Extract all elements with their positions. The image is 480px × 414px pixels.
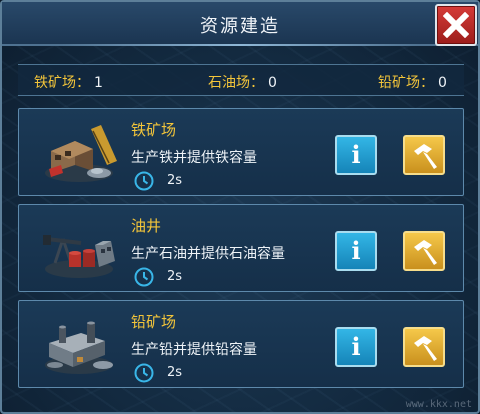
build-time: 2s (167, 365, 183, 380)
building-description: 生产铁并提供铁容量 (131, 150, 257, 166)
oil-field-count-label: 石油场： (208, 75, 264, 91)
oil-field-count-value: 0 (268, 75, 277, 91)
building-row-lead-mine: 铅矿场 生产铅并提供铅容量 2s i (18, 300, 464, 388)
lead-mine-count-label: 铅矿场： (378, 75, 434, 91)
iron-mine-count-label: 铁矿场： (34, 75, 90, 91)
building-name: 铅矿场 (131, 313, 177, 331)
building-row-oil-well: 油井 生产石油并提供石油容量 2s i (18, 204, 464, 292)
title-bar: 资源建造 (2, 2, 478, 46)
hammer-icon (414, 240, 437, 265)
info-button[interactable]: i (335, 327, 377, 367)
hammer-icon (414, 336, 437, 361)
dialog-title: 资源建造 (200, 16, 280, 37)
iron-mine-count-value: 1 (94, 75, 103, 91)
lead-mine-count: 铅矿场： 0 (378, 72, 447, 92)
clock-icon (134, 363, 154, 383)
build-time: 2s (167, 269, 183, 284)
oil-well-icon (43, 235, 115, 278)
building-description: 生产石油并提供石油容量 (131, 246, 285, 262)
lead-mine-count-value: 0 (438, 75, 447, 91)
oil-field-count: 石油场： 0 (208, 72, 277, 92)
building-row-iron-mine: 铁矿场 生产铁并提供铁容量 2s i (18, 108, 464, 196)
close-button[interactable] (435, 4, 477, 46)
iron-mine-count: 铁矿场： 1 (34, 72, 103, 92)
resource-counts-bar: 铁矿场： 1 石油场： 0 铅矿场： 0 (18, 64, 464, 96)
build-button[interactable] (403, 135, 445, 175)
close-icon (443, 12, 469, 38)
info-button[interactable]: i (335, 135, 377, 175)
clock-icon (134, 267, 154, 287)
resource-build-dialog: 资源建造 铁矿场： 1 石油场： 0 铅矿场： 0 铁矿场 生产铁并提供铁容量 … (0, 0, 480, 414)
hammer-icon (414, 144, 437, 169)
lead-mine-icon (45, 321, 113, 374)
clock-icon (134, 171, 154, 191)
building-name: 铁矿场 (131, 121, 177, 139)
building-description: 生产铅并提供铅容量 (131, 342, 257, 358)
build-time: 2s (167, 173, 183, 188)
info-button[interactable]: i (335, 231, 377, 271)
build-button[interactable] (403, 231, 445, 271)
building-name: 油井 (131, 217, 162, 235)
info-icon: i (351, 236, 361, 265)
info-icon: i (351, 140, 361, 169)
watermark: www.kkx.net (405, 399, 472, 410)
info-icon: i (351, 332, 361, 361)
build-button[interactable] (403, 327, 445, 367)
iron-mine-icon (45, 125, 117, 182)
